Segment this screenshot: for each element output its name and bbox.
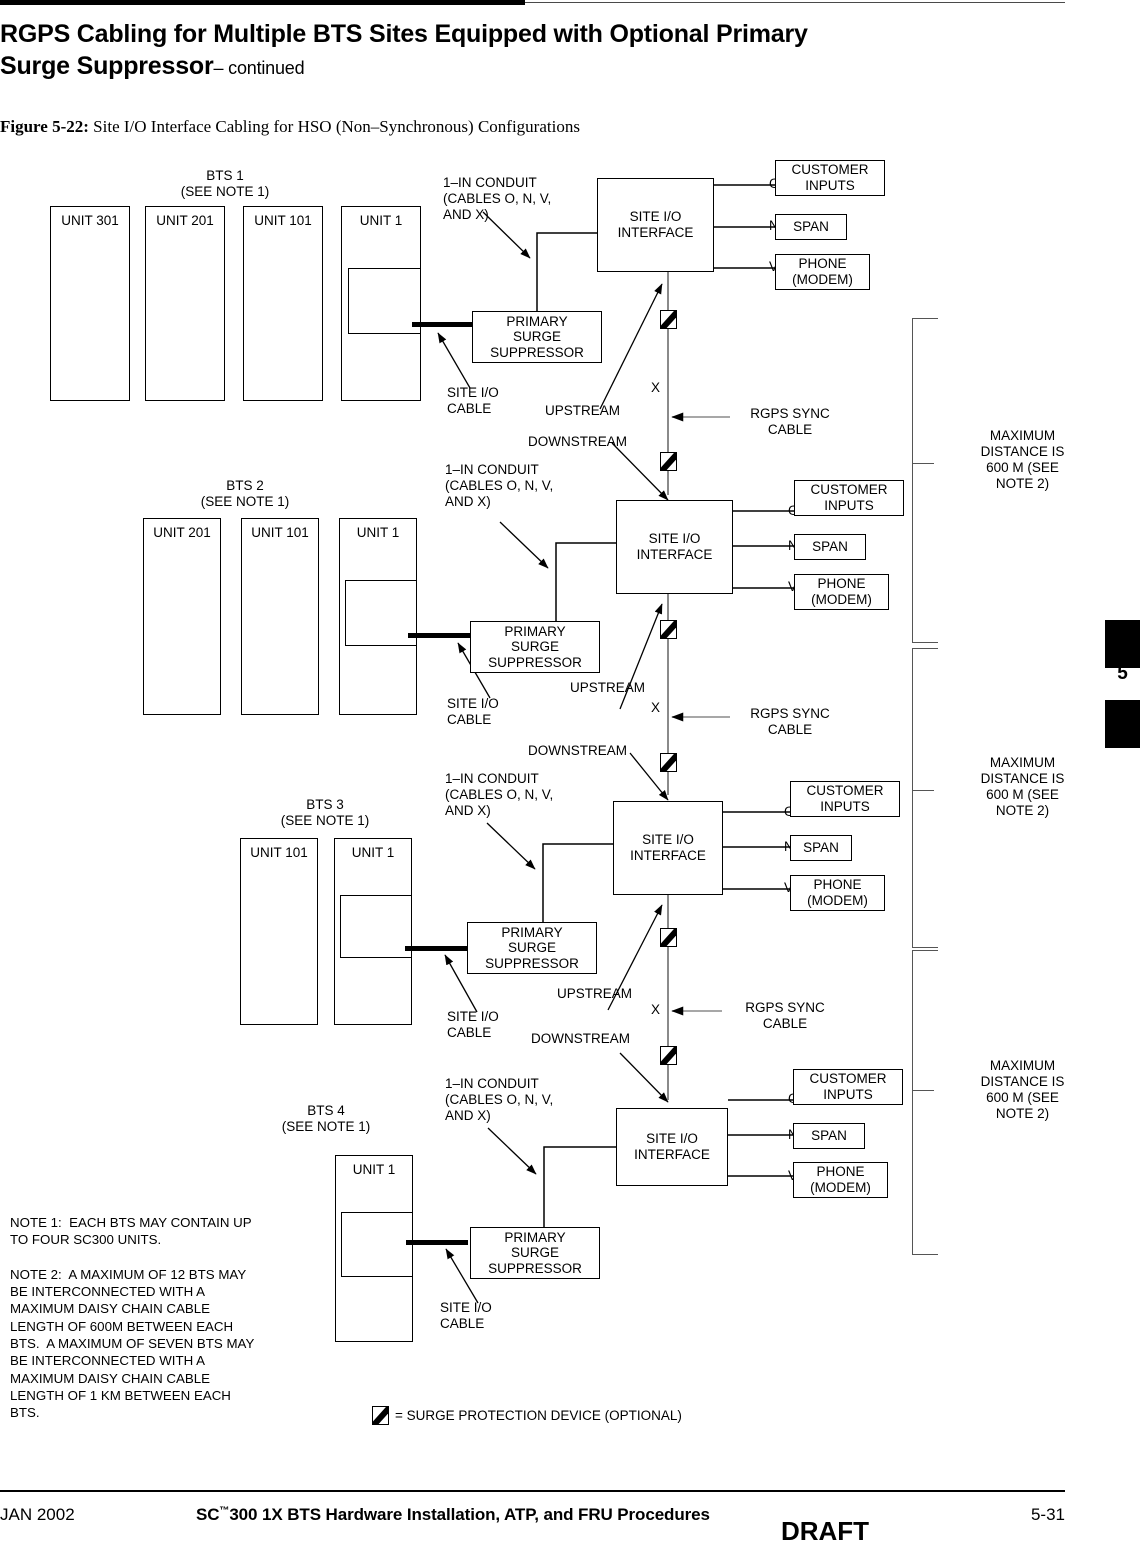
bts-1-surge-protection-device-lower xyxy=(660,452,677,471)
bts-2-site-io-cable-label: SITE I/O CABLE xyxy=(447,696,499,727)
bts-2-upstream-label: UPSTREAM xyxy=(570,680,646,695)
bts-2-primary-surge-suppressor: PRIMARY SURGE SUPPRESSOR xyxy=(470,621,600,673)
footer-page-number: 5-31 xyxy=(1030,1505,1065,1524)
bts-3-primary-surge-suppressor: PRIMARY SURGE SUPPRESSOR xyxy=(467,922,597,974)
bts-3-unit-101: UNIT 101 xyxy=(240,838,318,1025)
bts-3-site-io-cable-label: SITE I/O CABLE xyxy=(447,1009,499,1040)
bts-1-rgps-sync-cable-label: RGPS SYNC CABLE xyxy=(750,406,830,437)
bts-1-x-label: X xyxy=(651,380,661,395)
legend-surge-protection-device-icon xyxy=(372,1406,389,1425)
bts-3-span: SPAN xyxy=(790,835,852,861)
max-distance-tick-2 xyxy=(912,790,934,792)
header-rule-thick xyxy=(0,0,525,5)
bts-3-site-io-cable-link xyxy=(405,946,467,951)
bts-2-rgps-sync-cable-label: RGPS SYNC CABLE xyxy=(750,706,830,737)
bts-3-x-label: X xyxy=(651,1002,661,1017)
bts-4-site-io-interface: SITE I/O INTERFACE xyxy=(616,1108,728,1186)
bts-2-unit-201: UNIT 201 xyxy=(143,518,221,715)
bts-4-phone-modem: PHONE (MODEM) xyxy=(793,1162,888,1198)
bts-2-x-label: X xyxy=(651,700,661,715)
page-title-line1: RGPS Cabling for Multiple BTS Sites Equi… xyxy=(0,20,808,48)
bts-1-site-io-cable-label: SITE I/O CABLE xyxy=(447,385,499,416)
bts-1-span: SPAN xyxy=(775,214,847,240)
bts-2-title: BTS 2 (SEE NOTE 1) xyxy=(200,478,290,509)
trademark-icon: ™ xyxy=(219,1505,230,1517)
bts-1-unit-301: UNIT 301 xyxy=(50,206,130,401)
figure-caption: Figure 5-22: Site I/O Interface Cabling … xyxy=(0,117,900,137)
footer-title-pre: SC xyxy=(196,1505,220,1524)
max-distance-label-3: MAXIMUM DISTANCE IS 600 M (SEE NOTE 2) xyxy=(980,1058,1065,1121)
bts-1-unit-101: UNIT 101 xyxy=(243,206,323,401)
bts-1-unit-1-subpanel xyxy=(348,268,421,334)
draft-watermark: DRAFT xyxy=(780,1516,870,1546)
bts-4-title: BTS 4 (SEE NOTE 1) xyxy=(281,1103,371,1134)
bts-1-downstream-label: DOWNSTREAM xyxy=(528,434,627,449)
bts-4-site-io-cable-link xyxy=(406,1240,468,1245)
bts-3-downstream-label: DOWNSTREAM xyxy=(531,1031,630,1046)
bts-3-conduit-label: 1–IN CONDUIT (CABLES O, N, V, AND X) xyxy=(445,771,554,818)
bts-3-rgps-sync-cable-label: RGPS SYNC CABLE xyxy=(745,1000,825,1031)
footer-rule xyxy=(0,1490,1065,1492)
bts-4-customer-inputs: CUSTOMER INPUTS xyxy=(793,1069,903,1105)
max-distance-tick-3 xyxy=(912,1090,934,1092)
footer-title-post: 300 1X BTS Hardware Installation, ATP, a… xyxy=(229,1505,710,1524)
bts-1-unit-201: UNIT 201 xyxy=(145,206,225,401)
margin-tab-block-bottom xyxy=(1105,700,1140,748)
bts-1-site-io-cable-link xyxy=(412,322,472,327)
max-distance-label-1: MAXIMUM DISTANCE IS 600 M (SEE NOTE 2) xyxy=(980,428,1065,491)
bts-1-phone-modem: PHONE (MODEM) xyxy=(775,254,870,290)
bts-3-customer-inputs: CUSTOMER INPUTS xyxy=(790,781,900,817)
bts-2-site-io-interface: SITE I/O INTERFACE xyxy=(616,500,733,594)
bts-2-unit-1-subpanel xyxy=(345,580,417,646)
page-title-line2: Surge Suppressor xyxy=(0,52,214,80)
bts-3-title: BTS 3 (SEE NOTE 1) xyxy=(280,797,370,828)
footer-date: JAN 2002 xyxy=(0,1505,75,1524)
bts-3-surge-protection-device-upper xyxy=(660,928,677,947)
max-distance-bracket-1 xyxy=(912,318,938,643)
bts-1-conduit-label: 1–IN CONDUIT (CABLES O, N, V, AND X) xyxy=(443,175,552,222)
bts-2-customer-inputs: CUSTOMER INPUTS xyxy=(794,480,904,516)
bts-3-upstream-label: UPSTREAM xyxy=(557,986,633,1001)
bts-3-phone-modem: PHONE (MODEM) xyxy=(790,875,885,911)
bts-2-downstream-label: DOWNSTREAM xyxy=(528,743,627,758)
bts-2-surge-protection-device-upper xyxy=(660,620,677,639)
footer-title: SC™300 1X BTS Hardware Installation, ATP… xyxy=(196,1505,710,1525)
bts-2-span: SPAN xyxy=(794,534,866,560)
legend-text: = SURGE PROTECTION DEVICE (OPTIONAL) xyxy=(395,1408,682,1423)
bts-3-unit-1-subpanel xyxy=(340,895,412,958)
bts-4-primary-surge-suppressor: PRIMARY SURGE SUPPRESSOR xyxy=(470,1227,600,1279)
bts-1-primary-surge-suppressor: PRIMARY SURGE SUPPRESSOR xyxy=(472,311,602,363)
bts-2-phone-modem: PHONE (MODEM) xyxy=(794,574,889,610)
max-distance-bracket-2 xyxy=(912,648,938,948)
max-distance-tick-1 xyxy=(912,463,934,465)
bts-3-site-io-interface: SITE I/O INTERFACE xyxy=(613,801,723,895)
bts-2-conduit-label: 1–IN CONDUIT (CABLES O, N, V, AND X) xyxy=(445,462,554,509)
margin-tab-number: 5 xyxy=(1117,663,1128,684)
page-title-continued: – continued xyxy=(213,58,305,78)
bts-2-surge-protection-device-lower xyxy=(660,753,677,772)
header-rule-thin xyxy=(525,2,1065,3)
bts-1-upstream-label: UPSTREAM xyxy=(545,403,621,418)
bts-4-span: SPAN xyxy=(793,1123,865,1149)
figure-number: Figure 5-22: xyxy=(0,117,89,136)
figure-caption-text: Site I/O Interface Cabling for HSO (Non–… xyxy=(88,117,580,136)
max-distance-label-2: MAXIMUM DISTANCE IS 600 M (SEE NOTE 2) xyxy=(980,755,1065,818)
margin-tab-block-top xyxy=(1105,620,1140,668)
bts-3-surge-protection-device-lower xyxy=(660,1046,677,1065)
bts-1-customer-inputs: CUSTOMER INPUTS xyxy=(775,160,885,196)
bts-4-site-io-cable-label: SITE I/O CABLE xyxy=(440,1300,492,1331)
bts-1-title: BTS 1 (SEE NOTE 1) xyxy=(180,168,270,199)
bts-1-surge-protection-device-upper xyxy=(660,310,677,329)
bts-1-site-io-interface: SITE I/O INTERFACE xyxy=(597,178,714,272)
bts-2-site-io-cable-link xyxy=(408,633,470,638)
bts-4-conduit-label: 1–IN CONDUIT (CABLES O, N, V, AND X) xyxy=(445,1076,554,1123)
notes-block: NOTE 1: EACH BTS MAY CONTAIN UP TO FOUR … xyxy=(10,1215,255,1421)
bts-4-unit-1-subpanel xyxy=(341,1212,413,1277)
bts-2-unit-101: UNIT 101 xyxy=(241,518,319,715)
page-title: RGPS Cabling for Multiple BTS Sites Equi… xyxy=(0,18,1020,82)
max-distance-bracket-3 xyxy=(912,950,938,1255)
